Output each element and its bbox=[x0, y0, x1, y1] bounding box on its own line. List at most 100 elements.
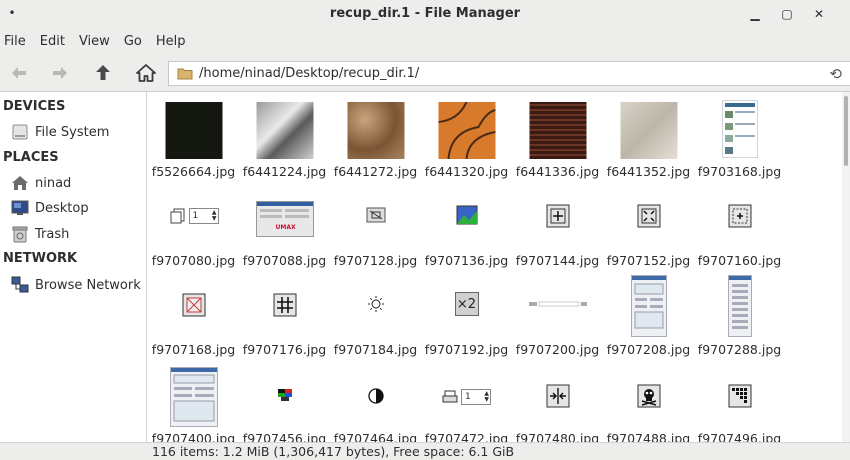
forward-arrow-icon bbox=[53, 67, 67, 79]
image-thumbnail bbox=[367, 295, 385, 313]
menu-edit[interactable]: Edit bbox=[40, 34, 65, 49]
file-name: f9707160.jpg bbox=[697, 253, 782, 268]
status-bar: 116 items: 1.2 MiB (1,306,417 bytes), Fr… bbox=[0, 442, 850, 460]
file-item[interactable]: 1 ▲ ▼ f9707080.jpg bbox=[148, 181, 239, 270]
file-item[interactable]: f9707488.jpg bbox=[603, 359, 694, 442]
back-button[interactable] bbox=[7, 62, 31, 84]
file-item[interactable]: f9707456.jpg bbox=[239, 359, 330, 442]
file-item[interactable]: ×2 f9707192.jpg bbox=[421, 270, 512, 359]
vertical-scrollbar[interactable] bbox=[842, 92, 850, 442]
toolbar: /home/ninad/Desktop/recup_dir.1/ ⟲ bbox=[0, 54, 850, 92]
network-icon bbox=[10, 276, 30, 294]
sidebar-item-file-system[interactable]: File System bbox=[10, 123, 109, 141]
image-thumbnail bbox=[438, 102, 495, 159]
spin-value: 1 bbox=[192, 211, 199, 221]
file-item[interactable]: f9707464.jpg bbox=[330, 359, 421, 442]
image-thumbnail bbox=[637, 204, 661, 228]
file-name: f9707192.jpg bbox=[424, 342, 509, 357]
file-name: f6441320.jpg bbox=[424, 164, 509, 179]
file-item[interactable]: f6441272.jpg bbox=[330, 92, 421, 181]
file-item[interactable]: f9707160.jpg bbox=[694, 181, 785, 270]
window-title: recup_dir.1 - File Manager bbox=[329, 6, 521, 21]
file-item[interactable]: f5526664.jpg bbox=[148, 92, 239, 181]
home-button[interactable] bbox=[134, 62, 158, 84]
file-name: f9707176.jpg bbox=[242, 342, 327, 357]
file-item[interactable]: f9707128.jpg bbox=[330, 181, 421, 270]
file-name: f9707136.jpg bbox=[424, 253, 509, 268]
image-thumbnail bbox=[546, 204, 570, 228]
file-grid: f5526664.jpg f6441224.jpg f6441272.jpg f… bbox=[148, 92, 842, 442]
file-name: f9707128.jpg bbox=[333, 253, 418, 268]
maximize-icon[interactable]: ▢ bbox=[778, 5, 796, 23]
image-thumbnail bbox=[546, 384, 570, 408]
image-thumbnail bbox=[637, 384, 661, 408]
file-name: f9707496.jpg bbox=[697, 431, 782, 442]
file-name: f9703168.jpg bbox=[697, 164, 782, 179]
menu-view[interactable]: View bbox=[79, 34, 110, 49]
image-thumbnail bbox=[273, 293, 297, 317]
file-item[interactable]: 1 ▲ ▼ f9707472.jpg bbox=[421, 359, 512, 442]
sidebar-item-ninad[interactable]: ninad bbox=[10, 174, 71, 192]
status-text: 116 items: 1.2 MiB (1,306,417 bytes), Fr… bbox=[152, 444, 515, 459]
menu-go[interactable]: Go bbox=[124, 34, 142, 49]
menu-help[interactable]: Help bbox=[156, 34, 186, 49]
file-name: f9707200.jpg bbox=[515, 342, 600, 357]
file-item[interactable]: f9707184.jpg bbox=[330, 270, 421, 359]
minimize-icon[interactable]: ▁ bbox=[746, 5, 764, 23]
reload-icon[interactable]: ⟲ bbox=[829, 65, 842, 83]
file-item[interactable]: f9707136.jpg bbox=[421, 181, 512, 270]
image-thumbnail bbox=[366, 207, 386, 223]
up-button[interactable] bbox=[91, 62, 115, 84]
file-item[interactable]: f6441336.jpg bbox=[512, 92, 603, 181]
image-thumbnail bbox=[727, 275, 752, 337]
spin-value: 1 bbox=[465, 392, 471, 402]
file-item[interactable]: f9707480.jpg bbox=[512, 359, 603, 442]
back-arrow-icon bbox=[12, 67, 26, 79]
sidebar-item-desktop[interactable]: Desktop bbox=[10, 199, 89, 217]
file-name: f9707472.jpg bbox=[424, 431, 509, 442]
file-item[interactable]: f9707200.jpg bbox=[512, 270, 603, 359]
sidebar-item-label: ninad bbox=[35, 175, 72, 191]
menu-file[interactable]: File bbox=[4, 34, 26, 49]
image-thumbnail bbox=[347, 102, 404, 159]
file-item[interactable]: f9707168.jpg bbox=[148, 270, 239, 359]
scrollbar-thumb[interactable] bbox=[844, 96, 848, 166]
file-item[interactable]: f6441320.jpg bbox=[421, 92, 512, 181]
image-thumbnail bbox=[367, 388, 384, 404]
image-thumbnail bbox=[728, 204, 752, 228]
file-item[interactable]: f9707208.jpg bbox=[603, 270, 694, 359]
image-thumbnail bbox=[256, 102, 313, 159]
file-item[interactable]: f9707152.jpg bbox=[603, 181, 694, 270]
file-name: f6441352.jpg bbox=[606, 164, 691, 179]
up-arrow-icon bbox=[96, 65, 110, 80]
home-icon bbox=[10, 174, 30, 192]
sidebar-heading-places: PLACES bbox=[3, 150, 59, 165]
sidebar-item-trash[interactable]: Trash bbox=[10, 225, 69, 243]
image-thumbnail bbox=[528, 301, 587, 307]
location-bar[interactable]: /home/ninad/Desktop/recup_dir.1/ ⟲ bbox=[168, 61, 850, 86]
sidebar-item-label: Trash bbox=[35, 226, 70, 242]
file-name: f9707168.jpg bbox=[151, 342, 236, 357]
zoom-label: ×2 bbox=[456, 296, 477, 312]
file-item[interactable]: f9707288.jpg bbox=[694, 270, 785, 359]
file-item[interactable]: f6441224.jpg bbox=[239, 92, 330, 181]
file-item[interactable]: UMAX f9707088.jpg bbox=[239, 181, 330, 270]
forward-button[interactable] bbox=[48, 62, 72, 84]
location-path[interactable]: /home/ninad/Desktop/recup_dir.1/ bbox=[199, 66, 419, 81]
file-item[interactable]: f9707400.jpg bbox=[148, 359, 239, 442]
file-item[interactable]: f9703168.jpg bbox=[694, 92, 785, 181]
file-name: f9707184.jpg bbox=[333, 342, 418, 357]
image-thumbnail bbox=[728, 384, 752, 408]
image-thumbnail bbox=[630, 275, 667, 337]
sidebar-item-label: Browse Network bbox=[35, 277, 141, 293]
file-name: f9707152.jpg bbox=[606, 253, 691, 268]
file-item[interactable]: f6441352.jpg bbox=[603, 92, 694, 181]
file-item[interactable]: f9707496.jpg bbox=[694, 359, 785, 442]
sidebar: DEVICES File System PLACES ninad Desktop… bbox=[0, 92, 147, 442]
sidebar-item-browse-network[interactable]: Browse Network bbox=[10, 276, 141, 294]
file-name: f6441336.jpg bbox=[515, 164, 600, 179]
file-item[interactable]: f9707144.jpg bbox=[512, 181, 603, 270]
image-thumbnail: UMAX bbox=[255, 201, 314, 237]
close-icon[interactable]: ✕ bbox=[810, 5, 828, 23]
file-item[interactable]: f9707176.jpg bbox=[239, 270, 330, 359]
